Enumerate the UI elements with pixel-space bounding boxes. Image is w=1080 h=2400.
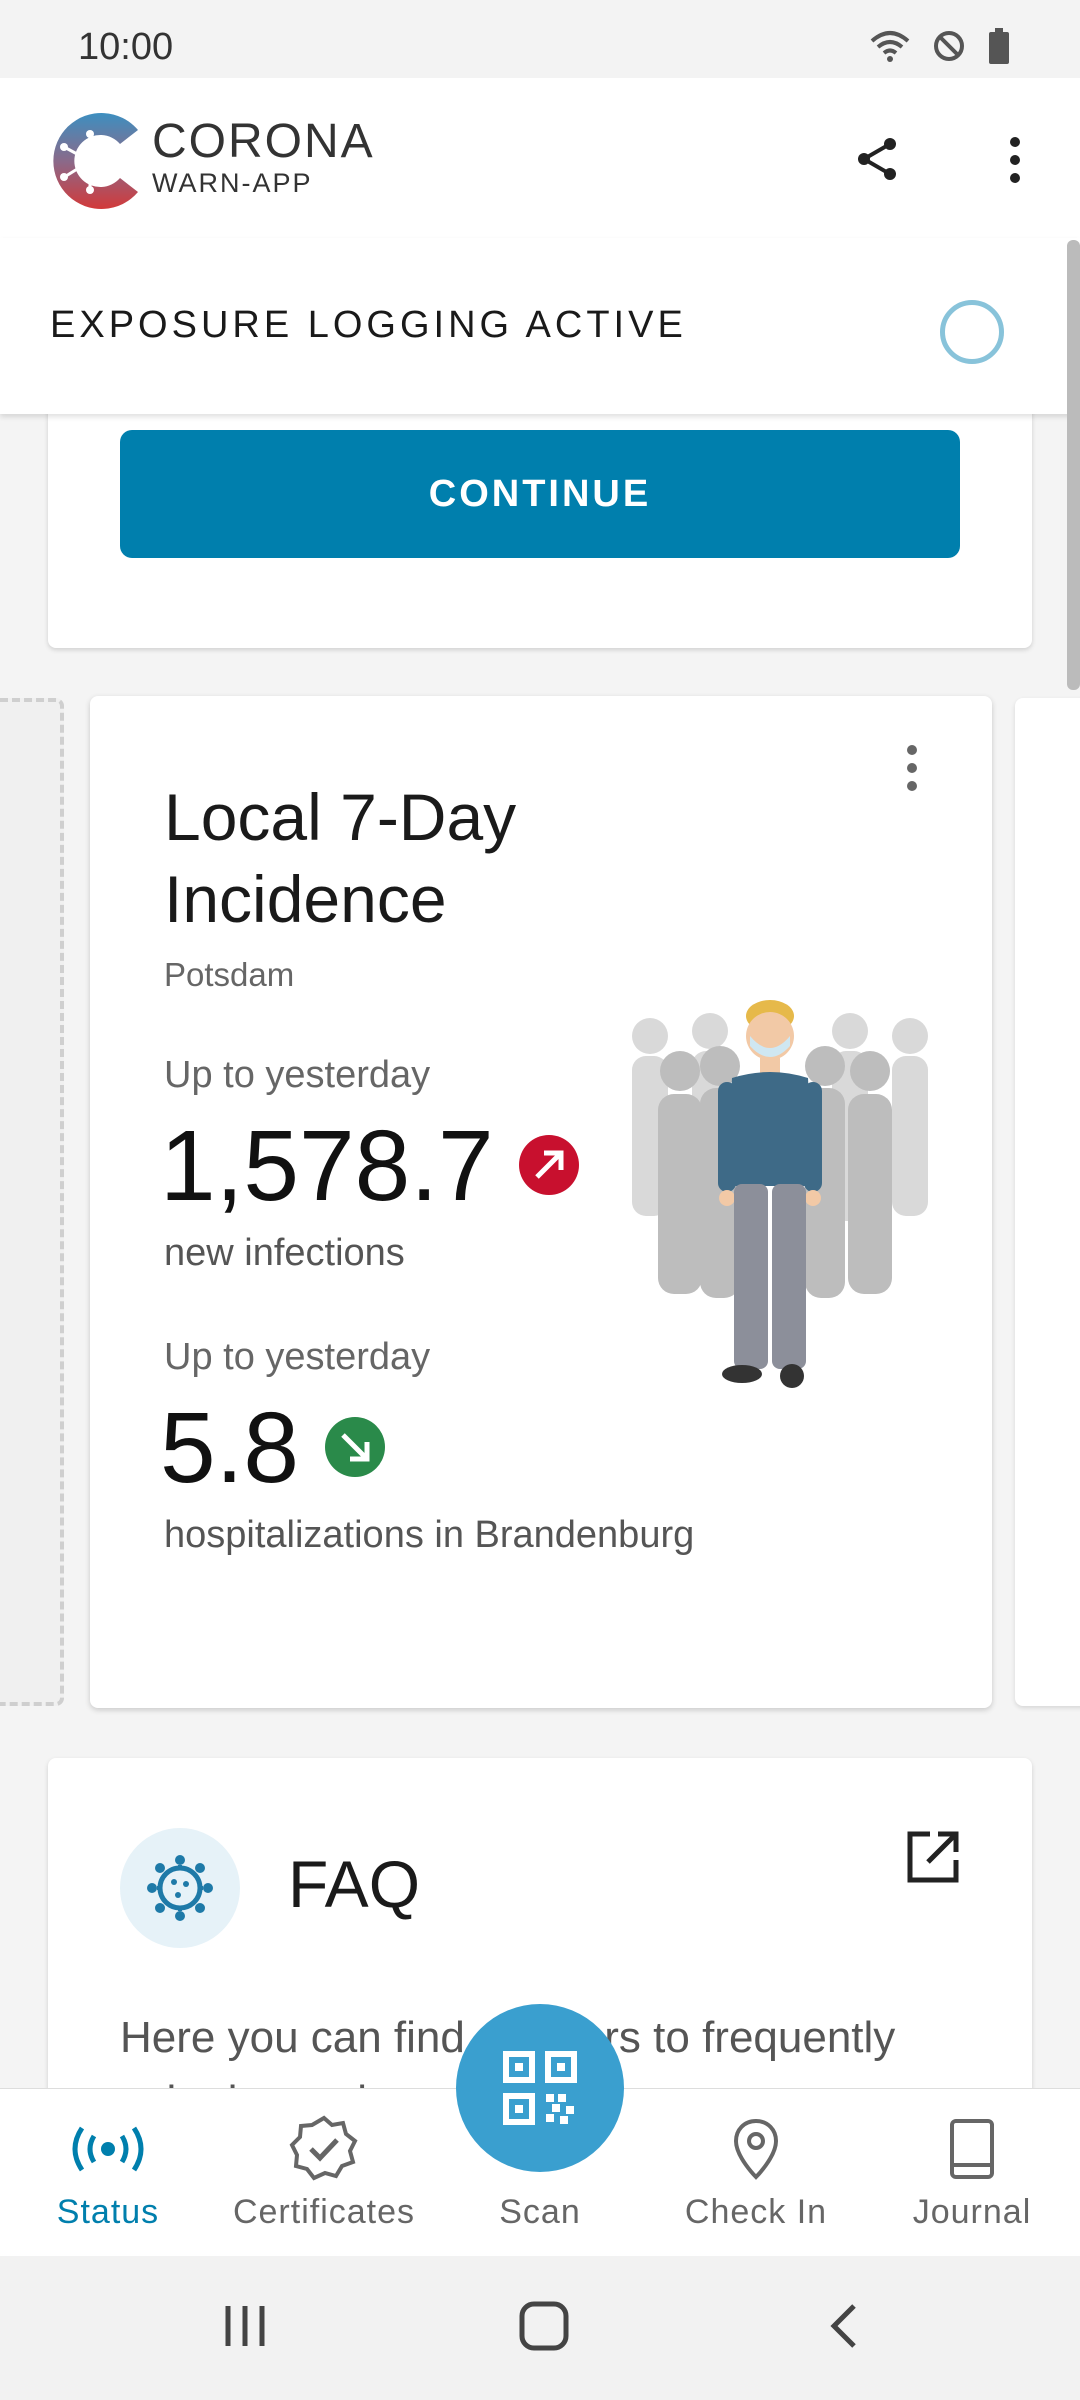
corona-warn-app-logo	[53, 113, 138, 209]
nav-scan-label: Scan	[499, 2193, 581, 2231]
wifi-icon	[870, 31, 910, 62]
metric2-period: Up to yesterday	[164, 1336, 431, 1378]
badge-check-icon	[289, 2115, 358, 2181]
faq-title: FAQ	[288, 1847, 421, 1921]
next-statistics-card[interactable]	[1015, 698, 1080, 1706]
incidence-city: Potsdam	[164, 956, 295, 993]
back-icon[interactable]	[824, 2296, 864, 2356]
exposure-logging-label: EXPOSURE LOGGING ACTIVE	[50, 304, 687, 346]
nav-journal[interactable]: Journal	[864, 2089, 1080, 2257]
exposure-logging-bar[interactable]: EXPOSURE LOGGING ACTIVE	[0, 238, 1080, 414]
nav-certificates[interactable]: Certificates	[216, 2089, 432, 2257]
nav-certificates-label: Certificates	[232, 2193, 416, 2231]
nav-check-in[interactable]: Check In	[648, 2089, 864, 2257]
share-icon[interactable]	[852, 134, 902, 184]
add-statistics-card-placeholder[interactable]	[0, 698, 64, 1706]
trend-down-icon	[325, 1417, 385, 1477]
recent-apps-icon[interactable]	[220, 2296, 270, 2356]
metric1-value: 1,578.7	[160, 1110, 494, 1222]
brand-name: CORONA	[152, 115, 375, 168]
card-menu-icon[interactable]	[902, 742, 922, 794]
metric2-value: 5.8	[160, 1392, 300, 1504]
scan-fab-button[interactable]	[456, 2004, 624, 2172]
nav-status-label: Status	[56, 2193, 160, 2231]
metric1-period: Up to yesterday	[164, 1054, 431, 1096]
nav-status[interactable]: Status	[0, 2089, 216, 2257]
nav-journal-label: Journal	[912, 2193, 1032, 2231]
virus-icon	[120, 1828, 240, 1948]
metric2-label: hospitalizations in Brandenburg	[164, 1514, 695, 1556]
status-icons	[870, 28, 1010, 64]
status-time: 10:00	[78, 26, 174, 68]
brand-subtitle: WARN-APP	[152, 168, 313, 198]
incidence-title: Local 7-Day Incidence	[164, 780, 517, 936]
local-incidence-card: Local 7-Day Incidence Potsdam Up to yest…	[90, 696, 992, 1708]
continue-button[interactable]: CONTINUE	[120, 430, 960, 558]
trend-up-icon	[519, 1135, 579, 1195]
radio-waves-icon	[72, 2126, 144, 2172]
app-header: CORONA WARN-APP	[0, 78, 1080, 238]
system-navigation-bar	[0, 2256, 1080, 2400]
status-bar: 10:00	[0, 0, 1080, 78]
nav-check-in-label: Check In	[684, 2193, 828, 2231]
location-pin-icon	[733, 2118, 779, 2180]
scrollbar[interactable]	[1067, 240, 1080, 690]
brand-text: CORONA WARN-APP	[152, 115, 375, 199]
exposure-status-ring-icon	[940, 300, 1004, 364]
metric1-label: new infections	[164, 1232, 405, 1274]
overflow-menu-icon[interactable]	[1000, 134, 1030, 186]
book-icon	[950, 2119, 994, 2179]
battery-icon	[989, 28, 1009, 64]
crowd-person-mask-illustration	[632, 1000, 928, 1388]
do-not-disturb-icon	[934, 31, 964, 61]
qr-code-icon	[503, 2051, 577, 2125]
home-icon[interactable]	[516, 2296, 572, 2356]
external-link-icon	[907, 1831, 959, 1883]
